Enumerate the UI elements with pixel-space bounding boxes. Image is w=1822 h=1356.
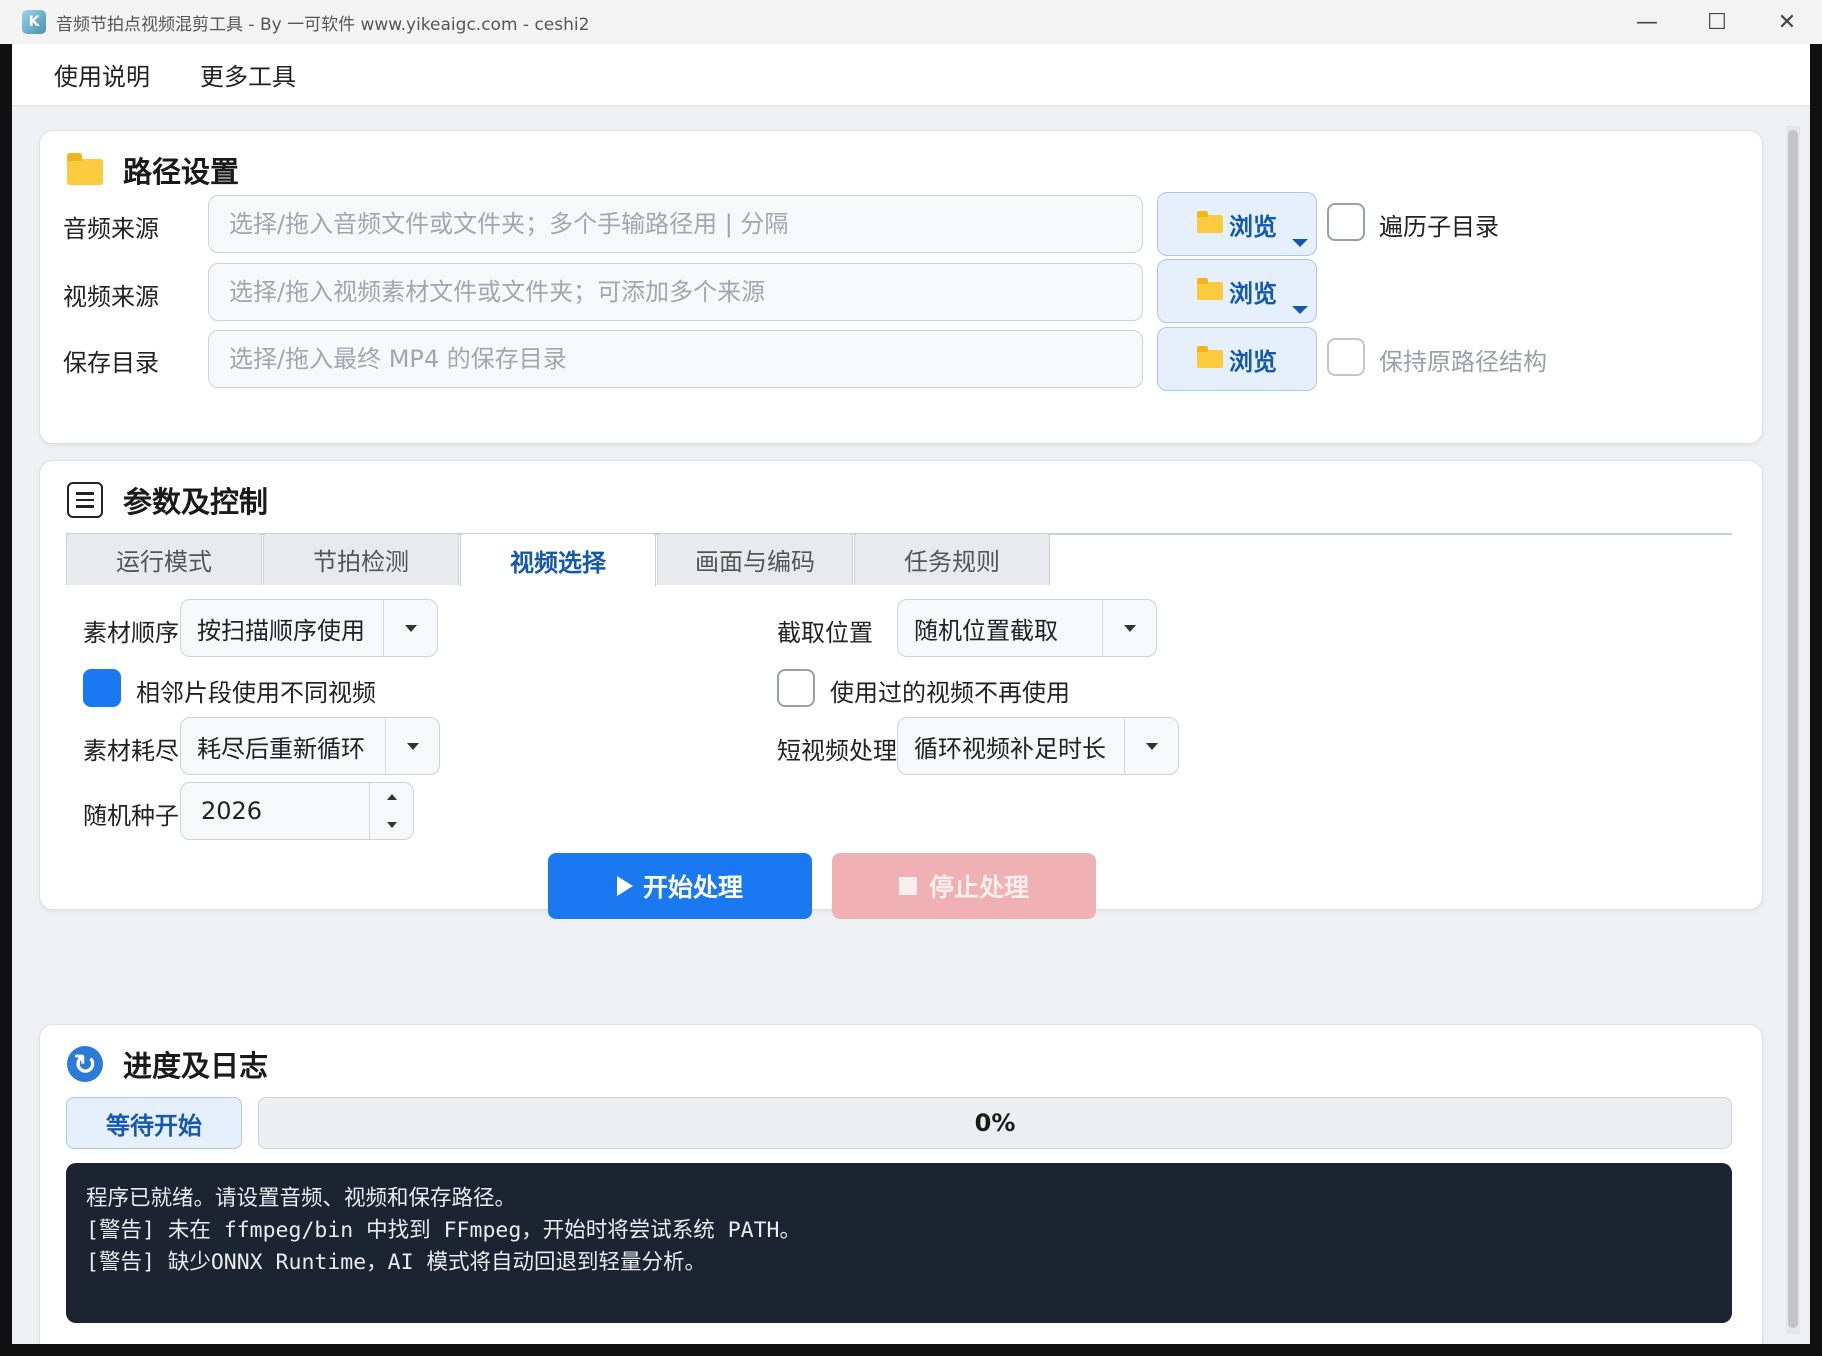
- spin-up-button[interactable]: [370, 783, 413, 811]
- tab-beat-detection[interactable]: 节拍检测: [263, 533, 459, 585]
- video-browse-button[interactable]: 浏览: [1157, 259, 1317, 323]
- refresh-icon: ↻: [67, 1046, 103, 1082]
- clip-position-label: 截取位置: [777, 619, 873, 647]
- spin-down-button[interactable]: [370, 811, 413, 839]
- seed-value[interactable]: 2026: [181, 797, 369, 825]
- folder-icon: [1197, 278, 1223, 300]
- folder-icon: [1197, 211, 1223, 233]
- audio-browse-button[interactable]: 浏览: [1157, 192, 1317, 256]
- stop-icon: [898, 877, 917, 895]
- adjacent-diff-label: 相邻片段使用不同视频: [136, 679, 376, 707]
- params-title: 参数及控制: [123, 485, 269, 519]
- recurse-subdirs-checkbox[interactable]: [1327, 203, 1365, 241]
- tab-picture-encoding[interactable]: 画面与编码: [657, 533, 853, 585]
- stop-button[interactable]: 停止处理: [832, 853, 1096, 919]
- seed-spinbox[interactable]: 2026: [180, 782, 414, 840]
- vertical-scrollbar[interactable]: [1786, 126, 1800, 1334]
- tab-task-rules[interactable]: 任务规则: [854, 533, 1050, 585]
- arrow-up-icon: [386, 794, 397, 800]
- app-icon: K: [22, 10, 46, 34]
- recurse-subdirs-label: 遍历子目录: [1379, 213, 1499, 241]
- chevron-down-icon[interactable]: [385, 718, 439, 774]
- browse-label: 浏览: [1229, 212, 1277, 241]
- close-button[interactable]: ✕: [1752, 0, 1822, 44]
- exhausted-label: 素材耗尽: [83, 737, 179, 765]
- material-order-value: 按扫描顺序使用: [197, 616, 365, 645]
- audio-source-label: 音频来源: [63, 215, 159, 243]
- folder-icon: [1197, 346, 1223, 368]
- menu-bar: 使用说明 更多工具: [12, 44, 1810, 106]
- tab-run-mode[interactable]: 运行模式: [66, 533, 262, 585]
- browse-label: 浏览: [1229, 347, 1277, 376]
- log-line: [警告] 缺少ONNX Runtime，AI 模式将自动回退到轻量分析。: [86, 1250, 706, 1275]
- keep-structure-checkbox[interactable]: [1327, 338, 1365, 376]
- progress-card: ↻ 进度及日志 等待开始 0% 程序已就绪。请设置音频、视频和保存路径。 [警告…: [39, 1024, 1763, 1344]
- maximize-button[interactable]: ☐: [1682, 0, 1752, 44]
- seed-label: 随机种子: [83, 802, 179, 830]
- stop-button-label: 停止处理: [928, 873, 1029, 902]
- menu-item-more-tools[interactable]: 更多工具: [200, 57, 296, 92]
- save-dir-input[interactable]: [208, 330, 1143, 388]
- progress-percent: 0%: [974, 1109, 1016, 1137]
- log-line: [警告] 未在 ffmpeg/bin 中找到 FFmpeg，开始时将尝试系统 P…: [86, 1218, 801, 1243]
- list-icon: [67, 482, 103, 518]
- short-video-select[interactable]: 循环视频补足时长: [897, 717, 1179, 775]
- no-reuse-label: 使用过的视频不再使用: [830, 679, 1070, 707]
- no-reuse-checkbox[interactable]: [777, 669, 815, 707]
- folder-icon: [67, 153, 103, 185]
- material-order-label: 素材顺序: [83, 619, 179, 647]
- clip-position-value: 随机位置截取: [914, 616, 1058, 645]
- log-line: 程序已就绪。请设置音频、视频和保存路径。: [86, 1186, 517, 1211]
- progress-title: 进度及日志: [123, 1049, 269, 1083]
- progress-bar: 0%: [258, 1097, 1732, 1149]
- save-browse-button[interactable]: 浏览: [1157, 327, 1317, 391]
- menu-item-instructions[interactable]: 使用说明: [54, 57, 150, 92]
- path-settings-title: 路径设置: [123, 155, 240, 189]
- start-button[interactable]: 开始处理: [548, 853, 812, 919]
- tab-bar: 运行模式 节拍检测 视频选择 画面与编码 任务规则: [66, 533, 1051, 587]
- exhausted-value: 耗尽后重新循环: [197, 734, 365, 763]
- browse-label: 浏览: [1229, 279, 1277, 308]
- start-button-label: 开始处理: [642, 873, 743, 902]
- adjacent-diff-checkbox[interactable]: [83, 669, 121, 707]
- chevron-down-icon[interactable]: [383, 600, 437, 656]
- play-icon: [616, 876, 633, 896]
- log-output[interactable]: 程序已就绪。请设置音频、视频和保存路径。 [警告] 未在 ffmpeg/bin …: [66, 1163, 1732, 1323]
- tab-video-selection[interactable]: 视频选择: [460, 533, 656, 587]
- short-video-value: 循环视频补足时长: [914, 734, 1106, 763]
- video-source-input[interactable]: [208, 263, 1143, 321]
- material-order-select[interactable]: 按扫描顺序使用: [180, 599, 438, 657]
- arrow-down-icon: [386, 822, 397, 828]
- short-video-label: 短视频处理: [777, 737, 897, 765]
- path-settings-card: 路径设置 音频来源 浏览 遍历子目录 视频来源 浏览 保存目录 浏览 保持原路径…: [39, 130, 1763, 444]
- title-bar: K 音频节拍点视频混剪工具 - By 一可软件 www.yikeaigc.com…: [0, 0, 1822, 44]
- main-window: 使用说明 更多工具 路径设置 音频来源 浏览 遍历子目录 视频来源 浏览 保存: [12, 44, 1810, 1344]
- exhausted-select[interactable]: 耗尽后重新循环: [180, 717, 440, 775]
- scrollbar-thumb[interactable]: [1788, 130, 1798, 1328]
- video-source-label: 视频来源: [63, 283, 159, 311]
- params-card: 参数及控制 运行模式 节拍检测 视频选择 画面与编码 任务规则 素材顺序 按扫描…: [39, 460, 1763, 919]
- chevron-down-icon[interactable]: [1102, 600, 1156, 656]
- clip-position-select[interactable]: 随机位置截取: [897, 599, 1157, 657]
- chevron-down-icon[interactable]: [1124, 718, 1178, 774]
- dropdown-caret-icon[interactable]: [1292, 239, 1308, 247]
- status-badge: 等待开始: [66, 1097, 242, 1149]
- keep-structure-label: 保持原路径结构: [1379, 348, 1547, 376]
- window-title: 音频节拍点视频混剪工具 - By 一可软件 www.yikeaigc.com -…: [56, 14, 590, 35]
- save-dir-label: 保存目录: [63, 349, 159, 377]
- audio-source-input[interactable]: [208, 195, 1143, 253]
- minimize-button[interactable]: —: [1612, 0, 1682, 44]
- dropdown-caret-icon[interactable]: [1292, 306, 1308, 314]
